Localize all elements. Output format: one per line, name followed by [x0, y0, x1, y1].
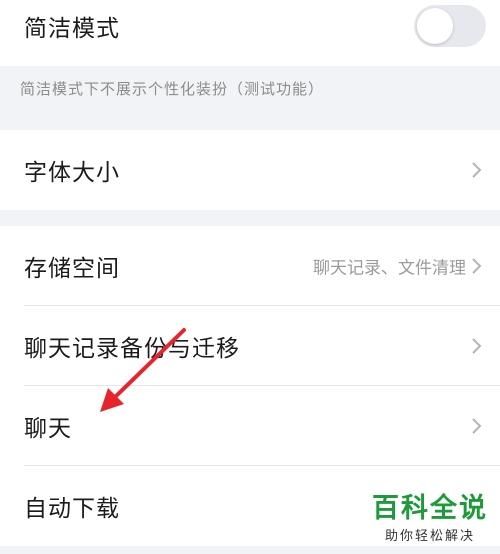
watermark-logo: 百科全说 助你轻松解决 [372, 493, 488, 544]
watermark-title: 百科全说 [372, 493, 488, 524]
watermark-subtitle: 助你轻松解决 [372, 525, 488, 544]
red-arrow-icon [100, 328, 186, 412]
